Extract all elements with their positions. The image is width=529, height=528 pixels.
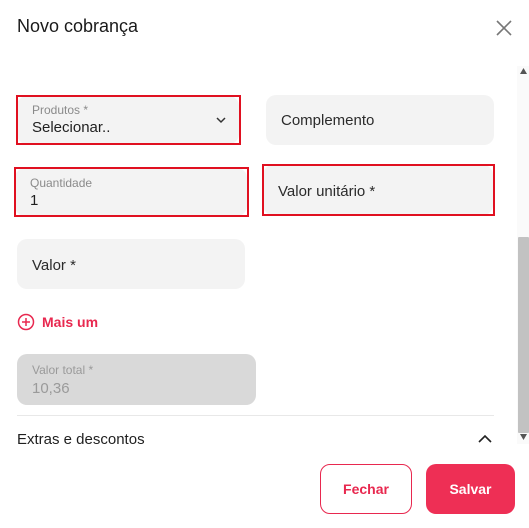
scrollbar-thumb[interactable] (518, 237, 529, 433)
scroll-up-arrow-icon[interactable] (520, 68, 527, 74)
dialog-title: Novo cobrança (17, 16, 139, 36)
valor-input[interactable]: Valor * (17, 239, 245, 289)
valor-unitario-highlight (262, 164, 495, 216)
close-icon[interactable] (494, 18, 514, 38)
valor-total-label: Valor total * (32, 363, 94, 377)
scroll-down-arrow-icon[interactable] (520, 434, 527, 440)
quantidade-highlight (14, 167, 249, 217)
salvar-button[interactable]: Salvar (426, 464, 515, 514)
chevron-up-icon[interactable] (477, 433, 493, 445)
valor-total-value: 10,36 (32, 380, 70, 397)
complemento-input[interactable]: Complemento (266, 95, 494, 145)
plus-circle-icon (17, 313, 35, 331)
valor-total-field: Valor total * 10,36 (17, 354, 256, 405)
extras-section-title[interactable]: Extras e descontos (17, 431, 145, 448)
add-more-label: Mais um (42, 314, 99, 330)
add-more-button[interactable]: Mais um (17, 313, 98, 331)
valor-placeholder: Valor * (32, 257, 76, 274)
fechar-button[interactable]: Fechar (320, 464, 412, 514)
produtos-highlight (16, 95, 241, 145)
section-divider (17, 415, 494, 416)
complemento-placeholder: Complemento (281, 112, 375, 129)
